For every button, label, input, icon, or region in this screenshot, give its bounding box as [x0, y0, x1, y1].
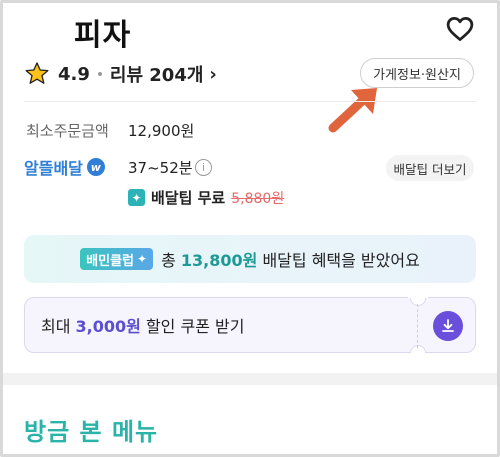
coupon-amount: 3,000원 [75, 317, 141, 336]
min-order-value: 12,900원 [128, 122, 195, 140]
download-icon[interactable] [433, 311, 463, 341]
club-amount: 13,800원 [180, 251, 258, 270]
club-prefix: 총 [161, 251, 181, 270]
chevron-right-icon: › [209, 63, 217, 85]
tip-more-button[interactable]: 배달팁 더보기 [386, 155, 474, 181]
divider [24, 101, 476, 102]
section-separator [3, 373, 497, 385]
club-badge-label: 배민클럽 [86, 253, 135, 269]
club-benefit-text: 총 13,800원 배달팁 혜택을 받았어요 [161, 247, 420, 271]
rating-value: 4.9 [58, 63, 90, 85]
original-tip-price: 5,880원 [231, 190, 285, 207]
annotation-arrow-icon [328, 88, 377, 133]
coupon-text: 최대 3,000원 할인 쿠폰 받기 [41, 313, 244, 337]
recent-menu-title: 방금 본 메뉴 [24, 418, 159, 446]
club-suffix: 배달팁 혜택을 받았어요 [257, 251, 420, 270]
review-count: 리뷰 204개 [109, 65, 204, 86]
review-link[interactable]: 리뷰 204개 › [110, 61, 217, 87]
rating-row: 4.9 리뷰 204개 › [24, 58, 217, 90]
separator-dot [97, 72, 102, 76]
delivery-time: 37~52분 [128, 159, 193, 177]
sparkle-icon: ✦ [137, 252, 148, 266]
delivery-brand-label: 알뜰배달 [24, 159, 83, 178]
coupon-divider [417, 304, 418, 348]
info-icon[interactable]: i [195, 159, 212, 176]
download-glyph [442, 319, 454, 332]
sparkle-icon: ✦ [128, 189, 145, 206]
coupon-notch-cover [408, 353, 428, 363]
min-order-label: 최소주문금액 [26, 122, 109, 140]
club-benefit-banner[interactable]: 배민클럽 ✦ 총 13,800원 배달팁 혜택을 받았어요 [24, 235, 476, 283]
delivery-brand: 알뜰배달 w [24, 155, 105, 179]
store-info-button[interactable]: 가게정보·원산지 [360, 58, 474, 88]
coupon-prefix: 최대 [41, 317, 76, 336]
heart-icon[interactable] [445, 14, 475, 44]
delivery-brand-badge: w [86, 158, 105, 176]
coupon-button[interactable]: 최대 3,000원 할인 쿠폰 받기 [24, 288, 476, 363]
club-badge: 배민클럽 ✦ [80, 248, 154, 270]
star-icon [25, 62, 49, 84]
store-name: 피자 [74, 18, 132, 53]
coupon-suffix: 할인 쿠폰 받기 [140, 317, 245, 336]
free-tip-row: ✦ 배달팁 무료 5,880원 [128, 187, 284, 208]
free-tip-label: 배달팁 무료 [151, 189, 226, 207]
coupon-notch-cover [408, 288, 428, 298]
